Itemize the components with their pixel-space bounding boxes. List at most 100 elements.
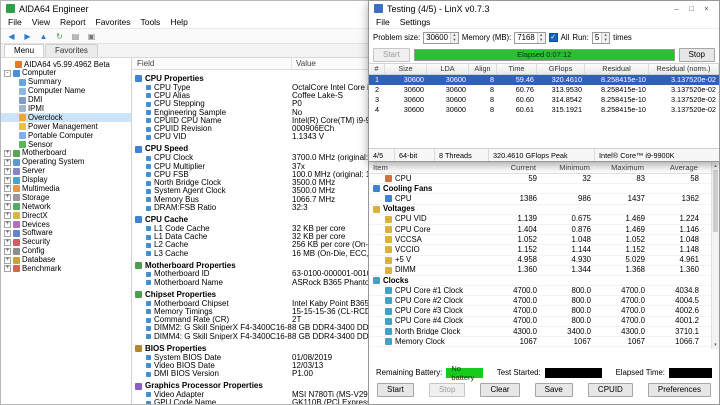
- expand-toggle-icon[interactable]: +: [4, 221, 11, 228]
- start-button[interactable]: Start: [377, 383, 414, 397]
- grid-col-lda[interactable]: LDA: [427, 64, 469, 74]
- grid-row[interactable]: 23060030600860.76313.95308.258415e-103.1…: [369, 85, 719, 95]
- stats-row-cpu-core-4-clock[interactable]: CPU Core #4 Clock4700.0800.04700.04001.2: [369, 317, 711, 327]
- menu-view[interactable]: View: [27, 17, 55, 27]
- expand-toggle-icon[interactable]: -: [4, 70, 11, 77]
- stats-row-cpu[interactable]: CPU138698614371362: [369, 194, 711, 204]
- grid-row[interactable]: 33060030600860.60314.85428.258415e-103.1…: [369, 95, 719, 105]
- stats-row-voltages[interactable]: Voltages: [369, 205, 711, 215]
- cpuid-button[interactable]: CPUID: [588, 383, 633, 397]
- tree-item-benchmark[interactable]: +Benchmark: [1, 264, 131, 273]
- grid-col-time[interactable]: Time: [497, 64, 537, 74]
- stats-col-average[interactable]: Average: [657, 163, 711, 172]
- expand-toggle-icon[interactable]: +: [4, 150, 11, 157]
- linx-titlebar[interactable]: Testing (4/5) - LinX v0.7.3 – □ ×: [369, 1, 719, 16]
- stats-row-cpu[interactable]: CPU59328358: [369, 174, 711, 184]
- menu-favorites[interactable]: Favorites: [91, 17, 136, 27]
- expand-toggle-icon[interactable]: +: [4, 177, 11, 184]
- close-icon[interactable]: ×: [699, 3, 714, 15]
- tree-item-software[interactable]: +Software: [1, 229, 131, 238]
- stats-row-cpu-vid[interactable]: CPU VID1.1390.6751.4691.224: [369, 215, 711, 225]
- tree-item-operating-system[interactable]: +Operating System: [1, 158, 131, 167]
- tab-menu[interactable]: Menu: [4, 44, 44, 57]
- expand-toggle-icon[interactable]: +: [4, 239, 11, 246]
- tree-item-portable-computer[interactable]: Portable Computer: [1, 131, 131, 140]
- grid-col-residual-norm[interactable]: Residual (norm.): [649, 64, 719, 74]
- stats-col-current[interactable]: Current: [495, 163, 549, 172]
- stats-row-cpu-core-3-clock[interactable]: CPU Core #3 Clock4700.0800.04700.04002.6: [369, 306, 711, 316]
- tree-item-computer-name[interactable]: Computer Name: [1, 87, 131, 96]
- menu-help[interactable]: Help: [165, 17, 192, 27]
- spin-down-icon[interactable]: ▾: [602, 38, 609, 43]
- expand-toggle-icon[interactable]: +: [4, 203, 11, 210]
- clear-button[interactable]: Clear: [480, 383, 519, 397]
- scrollbar[interactable]: ▴ ▾: [711, 162, 719, 349]
- menu-report[interactable]: Report: [55, 17, 91, 27]
- report-icon[interactable]: ▤: [69, 30, 82, 42]
- expand-toggle-icon[interactable]: +: [4, 230, 11, 237]
- expand-toggle-icon[interactable]: +: [4, 265, 11, 272]
- memory-input[interactable]: 7168 ▴ ▾: [514, 32, 545, 44]
- stats-row-north-bridge-clock[interactable]: North Bridge Clock4300.03400.04300.03710…: [369, 327, 711, 337]
- tree-item-display[interactable]: +Display: [1, 176, 131, 185]
- refresh-icon[interactable]: ↻: [53, 30, 66, 42]
- run-count-input[interactable]: 5 ▴ ▾: [592, 32, 610, 44]
- save-button[interactable]: Save: [535, 383, 573, 397]
- screenshot-icon[interactable]: ▣: [85, 30, 98, 42]
- tree-item-ipmi[interactable]: IPMI: [1, 104, 131, 113]
- grid-col-align[interactable]: Align: [469, 64, 497, 74]
- expand-toggle-icon[interactable]: +: [4, 168, 11, 175]
- stop-button[interactable]: Stop: [429, 383, 465, 397]
- stats-row-cooling-fans[interactable]: Cooling Fans: [369, 184, 711, 194]
- tree-item-devices[interactable]: +Devices: [1, 220, 131, 229]
- linx-menu-file[interactable]: File: [371, 17, 395, 27]
- grid-col-size[interactable]: Size: [385, 64, 427, 74]
- forward-icon[interactable]: ▶: [21, 30, 34, 42]
- grid-col-gflops[interactable]: GFlops: [537, 64, 585, 74]
- tree-item-aida64-v5-99-4962-beta[interactable]: AIDA64 v5.99.4962 Beta: [1, 60, 131, 69]
- tree-item-security[interactable]: +Security: [1, 238, 131, 247]
- linx-start-button[interactable]: Start: [373, 48, 410, 62]
- menu-tools[interactable]: Tools: [135, 17, 165, 27]
- tree-item-database[interactable]: +Database: [1, 256, 131, 265]
- preferences-button[interactable]: Preferences: [648, 383, 711, 397]
- tree-item-directx[interactable]: +DirectX: [1, 211, 131, 220]
- stats-row-cpu-core-1-clock[interactable]: CPU Core #1 Clock4700.0800.04700.04034.8: [369, 286, 711, 296]
- tree-item-network[interactable]: +Network: [1, 202, 131, 211]
- expand-toggle-icon[interactable]: +: [4, 185, 11, 192]
- expand-toggle-icon[interactable]: +: [4, 159, 11, 166]
- expand-toggle-icon[interactable]: +: [4, 248, 11, 255]
- field-column-header[interactable]: Field: [132, 58, 292, 69]
- grid-col-residual[interactable]: Residual: [585, 64, 649, 74]
- tree-item-server[interactable]: +Server: [1, 167, 131, 176]
- stats-row-memory-clock[interactable]: Memory Clock1067106710671066.7: [369, 337, 711, 347]
- run-count-spinner[interactable]: ▴ ▾: [601, 33, 609, 43]
- stats-row-clocks[interactable]: Clocks: [369, 276, 711, 286]
- back-icon[interactable]: ◀: [5, 30, 18, 42]
- tree-item-power-management[interactable]: Power Management: [1, 122, 131, 131]
- tree-item-motherboard[interactable]: +Motherboard: [1, 149, 131, 158]
- menu-file[interactable]: File: [3, 17, 27, 27]
- maximize-icon[interactable]: □: [684, 3, 699, 15]
- tree-item-summary[interactable]: Summary: [1, 78, 131, 87]
- stats-row-vccio[interactable]: VCCIO1.1521.1441.1521.148: [369, 245, 711, 255]
- expand-toggle-icon[interactable]: +: [4, 194, 11, 201]
- stats-col-minimum[interactable]: Minimum: [549, 163, 603, 172]
- tree-item-sensor[interactable]: Sensor: [1, 140, 131, 149]
- tab-favorites[interactable]: Favorites: [45, 44, 98, 57]
- linx-stop-button[interactable]: Stop: [679, 48, 715, 62]
- expand-toggle-icon[interactable]: +: [4, 257, 11, 264]
- grid-row[interactable]: 43060030600860.61315.19218.258415e-103.1…: [369, 105, 719, 115]
- stats-col-item[interactable]: Item: [369, 163, 495, 172]
- spin-down-icon[interactable]: ▾: [451, 38, 458, 43]
- tree-item-storage[interactable]: +Storage: [1, 193, 131, 202]
- grid-col-item[interactable]: #: [369, 64, 385, 74]
- stats-row-cpu-core[interactable]: CPU Core1.4040.8761.4691.146: [369, 225, 711, 235]
- expand-toggle-icon[interactable]: +: [4, 212, 11, 219]
- linx-menu-settings[interactable]: Settings: [395, 17, 436, 27]
- stats-row-5-v[interactable]: +5 V4.9584.9305.0294.961: [369, 256, 711, 266]
- spin-down-icon[interactable]: ▾: [538, 38, 545, 43]
- memory-spinner[interactable]: ▴ ▾: [537, 33, 545, 43]
- stats-row-cpu-core-2-clock[interactable]: CPU Core #2 Clock4700.0800.04700.04004.5: [369, 296, 711, 306]
- tree-item-overclock[interactable]: Overclock: [1, 113, 131, 122]
